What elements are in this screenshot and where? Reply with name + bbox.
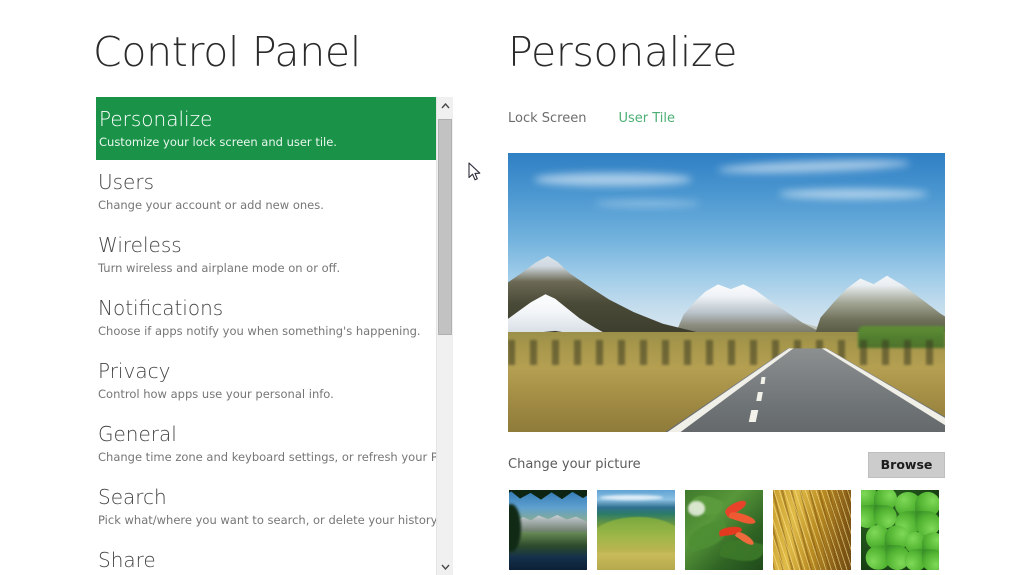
- sidebar-item-label: Personalize: [99, 107, 213, 131]
- sidebar-item-description: Control how apps use your personal info.: [98, 387, 334, 401]
- tab-bar: Lock Screen User Tile: [508, 111, 675, 126]
- thumbnail-option[interactable]: [597, 490, 675, 570]
- thumbnail-option[interactable]: [773, 490, 851, 570]
- sidebar-item-privacy[interactable]: Privacy Control how apps use your person…: [96, 349, 436, 412]
- sidebar-item-label: Wireless: [98, 233, 182, 257]
- thumbnail-option[interactable]: [685, 490, 763, 570]
- tab-user-tile[interactable]: User Tile: [618, 111, 675, 126]
- sidebar-item-users[interactable]: Users Change your account or add new one…: [96, 160, 436, 223]
- scrollbar-thumb[interactable]: [438, 119, 452, 335]
- sidebar-item-description: Change time zone and keyboard settings, …: [98, 450, 436, 464]
- page-title: Personalize: [508, 28, 738, 76]
- sidebar-item-search[interactable]: Search Pick what/where you want to searc…: [96, 475, 436, 538]
- user-tile-preview-image[interactable]: [508, 153, 945, 432]
- thumb-clover: [861, 490, 898, 529]
- sidebar-item-general[interactable]: General Change time zone and keyboard se…: [96, 412, 436, 475]
- sidebar-item-description: Choose if apps notify you when something…: [98, 324, 421, 338]
- settings-nav-list: Personalize Customize your lock screen a…: [96, 97, 436, 575]
- chevron-down-icon[interactable]: [437, 558, 453, 575]
- content-pane: Personalize Lock Screen User Tile Change…: [470, 0, 1023, 575]
- sidebar-item-label: Search: [98, 485, 167, 509]
- change-picture-row: Change your picture Browse: [508, 452, 945, 478]
- thumb-foliage: [509, 504, 522, 553]
- sidebar-item-label: Notifications: [98, 296, 224, 320]
- sidebar-item-personalize[interactable]: Personalize Customize your lock screen a…: [96, 97, 436, 160]
- preview-cloud: [778, 189, 928, 200]
- sidebar-item-label: Privacy: [98, 359, 171, 383]
- thumbnail-option[interactable]: [861, 490, 939, 570]
- sidebar-item-description: Pick what/where you want to search, or d…: [98, 513, 436, 527]
- sidebar-item-label: Users: [98, 170, 155, 194]
- sidebar-item-description: Customize your lock screen and user tile…: [99, 135, 337, 149]
- tab-lock-screen[interactable]: Lock Screen: [508, 111, 586, 126]
- sidebar-item-notifications[interactable]: Notifications Choose if apps notify you …: [96, 286, 436, 349]
- thumb-foliage: [509, 490, 587, 500]
- browse-button[interactable]: Browse: [868, 452, 945, 478]
- sidebar-item-description: Change your account or add new ones.: [98, 198, 324, 212]
- thumb-hill: [597, 517, 675, 553]
- change-picture-label: Change your picture: [508, 457, 641, 472]
- sidebar-item-label: Share: [98, 548, 156, 572]
- thumb-white-bloom: [688, 501, 706, 516]
- thumbnail-option[interactable]: [509, 490, 587, 570]
- thumb-petal: [728, 510, 756, 526]
- sidebar-item-share[interactable]: Share Pick the apps you use to share stu…: [96, 538, 436, 575]
- thumb-clover: [865, 525, 910, 570]
- thumb-clover: [904, 531, 939, 570]
- thumb-cloud: [600, 494, 663, 500]
- picture-thumbnail-strip: [509, 490, 939, 570]
- pc-settings-app: Control Panel Personalize Customize your…: [0, 0, 1023, 575]
- sidebar-pane: Control Panel Personalize Customize your…: [0, 0, 470, 575]
- sidebar-item-label: General: [98, 422, 177, 446]
- chevron-up-icon[interactable]: [437, 97, 453, 114]
- preview-shrubs: [508, 339, 945, 366]
- sidebar-scrollbar[interactable]: [436, 97, 453, 575]
- control-panel-title: Control Panel: [93, 28, 361, 76]
- sidebar-item-description: Turn wireless and airplane mode on or of…: [98, 261, 341, 275]
- sidebar-item-wireless[interactable]: Wireless Turn wireless and airplane mode…: [96, 223, 436, 286]
